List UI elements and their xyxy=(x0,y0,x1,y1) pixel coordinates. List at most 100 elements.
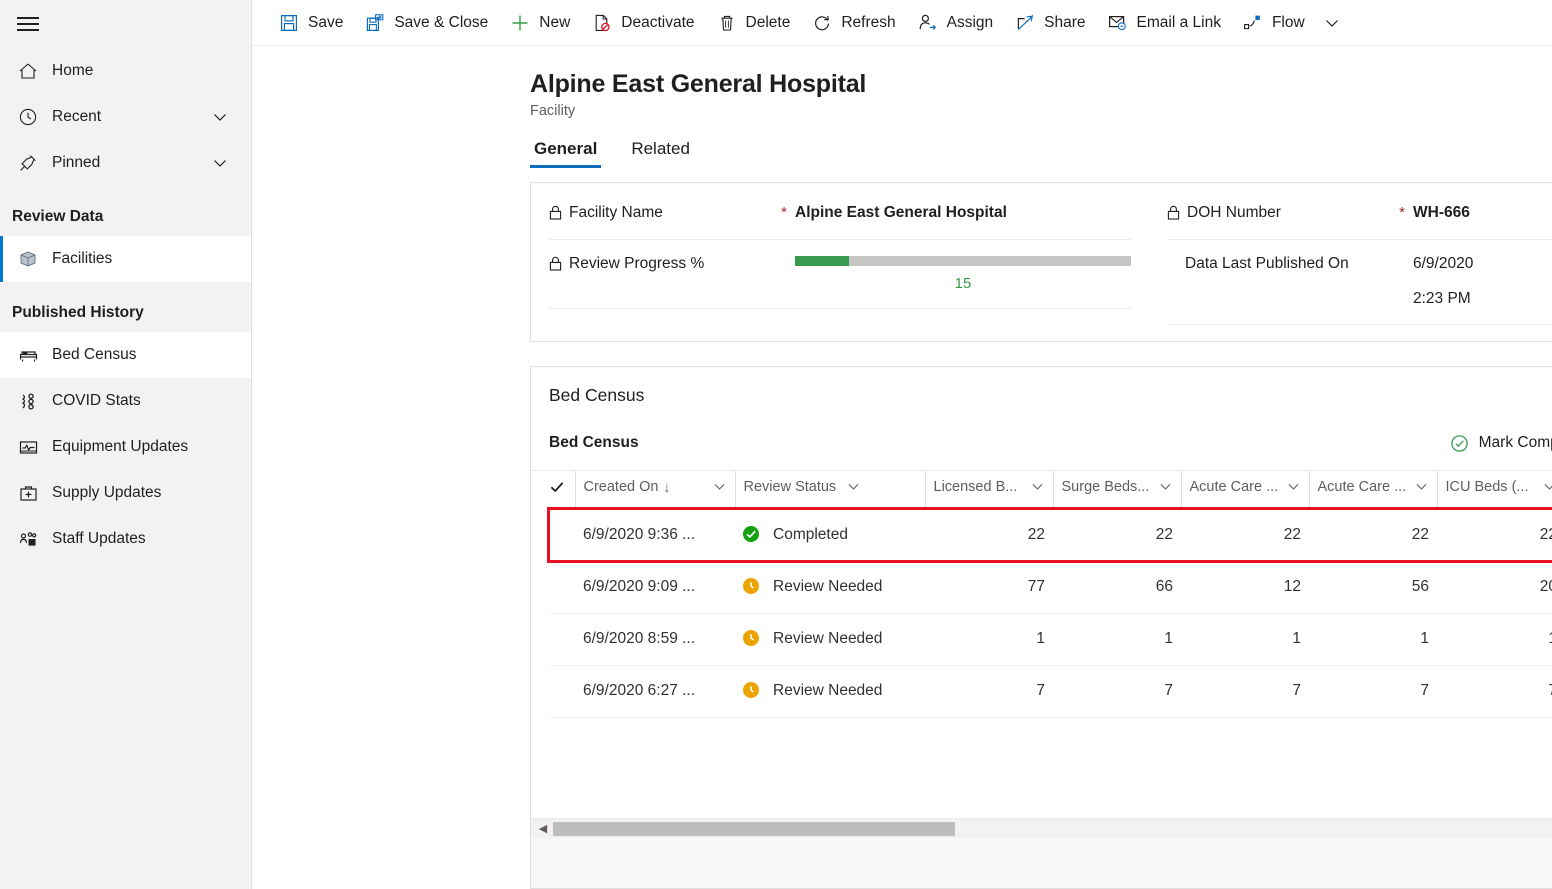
cell-surge-beds: 66 xyxy=(1053,561,1181,613)
sidebar-item-recent[interactable]: Recent xyxy=(0,94,251,140)
column-header-acute-care-2[interactable]: Acute Care ... xyxy=(1309,471,1437,509)
command-label: Delete xyxy=(746,14,791,32)
sidebar-item-bed-census[interactable]: Bed Census xyxy=(0,332,251,378)
sidebar-item-label: Facilities xyxy=(48,250,251,268)
doh-number-value[interactable]: WH-666 xyxy=(1413,203,1552,222)
row-checkbox[interactable] xyxy=(549,561,575,613)
cell-acute-care-2: 56 xyxy=(1309,561,1437,613)
chevron-down-icon[interactable] xyxy=(1286,479,1301,494)
horizontal-scrollbar[interactable]: ◀ ▶ xyxy=(531,818,1552,838)
column-header-surge-beds[interactable]: Surge Beds... xyxy=(1053,471,1181,509)
column-label: Surge Beds... xyxy=(1062,479,1150,495)
command-label: Save xyxy=(308,14,343,32)
flow-button[interactable]: Flow xyxy=(1232,3,1316,43)
save-and-close-button[interactable]: Save & Close xyxy=(354,3,499,43)
column-header-acute-care-1[interactable]: Acute Care ... xyxy=(1181,471,1309,509)
refresh-button[interactable]: Refresh xyxy=(801,3,906,43)
select-all-checkbox[interactable] xyxy=(549,471,575,509)
page-title: Alpine East General Hospital xyxy=(530,70,1552,99)
cell-icu-beds-1: 20 xyxy=(1437,561,1552,613)
row-checkbox[interactable] xyxy=(549,509,575,561)
chevron-down-icon[interactable] xyxy=(1030,479,1045,494)
tab-related[interactable]: Related xyxy=(627,139,694,168)
grid-action-bar: Mark Complete Refresh ⋮ xyxy=(1436,426,1552,460)
required-marker-empty xyxy=(773,254,795,255)
check-circle-icon xyxy=(1450,434,1469,453)
field-label-text: Data Last Published On xyxy=(1167,254,1349,274)
status-text: Review Needed xyxy=(773,578,882,595)
save-button[interactable]: Save xyxy=(268,3,354,43)
share-button[interactable]: Share xyxy=(1004,3,1096,43)
pin-icon xyxy=(18,153,48,173)
sidebar-item-equipment-updates[interactable]: Equipment Updates xyxy=(0,424,251,470)
bed-census-grid-card: Bed Census Bed Census Mark Complete xyxy=(530,366,1552,889)
cell-acute-care-1: 1 xyxy=(1181,613,1309,665)
virus-icon xyxy=(18,391,48,412)
email-link-icon xyxy=(1108,13,1128,32)
required-marker: * xyxy=(1391,203,1413,221)
home-icon xyxy=(18,61,48,81)
row-checkbox[interactable] xyxy=(549,665,575,717)
column-header-review-status[interactable]: Review Status xyxy=(735,471,925,509)
chevron-down-icon[interactable] xyxy=(712,479,727,494)
email-a-link-button[interactable]: Email a Link xyxy=(1097,3,1232,43)
cell-icu-beds-1: 7 xyxy=(1437,665,1552,717)
chevron-down-icon[interactable] xyxy=(1542,479,1552,494)
app-root: Home Recent Pinned Review Data xyxy=(0,0,1552,889)
chevron-down-icon[interactable] xyxy=(1316,3,1348,43)
form-column-left: Facility Name * Alpine East General Hosp… xyxy=(531,189,1149,325)
sidebar-item-covid-stats[interactable]: COVID Stats xyxy=(0,378,251,424)
mark-complete-button[interactable]: Mark Complete xyxy=(1436,426,1552,460)
published-time-value[interactable]: 2:23 PM xyxy=(1413,290,1552,308)
scroll-left-arrow-icon[interactable]: ◀ xyxy=(537,822,549,835)
chevron-down-icon[interactable] xyxy=(211,108,229,126)
deactivate-button[interactable]: Deactivate xyxy=(581,3,705,43)
table-row[interactable]: 6/9/2020 9:36 ...Completed222222222222Ye… xyxy=(549,509,1552,561)
chevron-down-icon[interactable] xyxy=(1158,479,1173,494)
delete-button[interactable]: Delete xyxy=(706,3,802,43)
flow-icon xyxy=(1243,13,1263,32)
grid-subheader: Bed Census Mark Complete Refresh xyxy=(531,406,1552,471)
cell-created-on: 6/9/2020 6:27 ... xyxy=(575,665,735,717)
cell-licensed-beds: 1 xyxy=(925,613,1053,665)
tab-general[interactable]: General xyxy=(530,139,601,168)
cell-acute-care-2: 22 xyxy=(1309,509,1437,561)
assign-button[interactable]: Assign xyxy=(907,3,1005,43)
chevron-down-icon[interactable] xyxy=(846,479,861,494)
row-checkbox[interactable] xyxy=(549,613,575,665)
table-row[interactable]: 6/9/2020 6:27 ...Review Needed777777Yes xyxy=(549,665,1552,717)
sidebar: Home Recent Pinned Review Data xyxy=(0,0,252,889)
clock-icon xyxy=(18,107,48,127)
scrollbar-thumb[interactable] xyxy=(553,822,955,836)
chevron-down-icon[interactable] xyxy=(211,154,229,172)
new-button[interactable]: New xyxy=(499,3,581,43)
sidebar-item-facilities[interactable]: Facilities xyxy=(0,236,251,282)
sidebar-item-supply-updates[interactable]: Supply Updates xyxy=(0,470,251,516)
cell-review-status: Review Needed xyxy=(735,561,925,613)
plus-icon xyxy=(510,13,530,33)
column-header-created-on[interactable]: Created On ↓ xyxy=(575,471,735,509)
pagination-bar: Page 1 xyxy=(531,838,1552,888)
sidebar-item-staff-updates[interactable]: Staff Updates xyxy=(0,516,251,562)
facility-name-value[interactable]: Alpine East General Hospital xyxy=(795,203,1131,222)
page-first-icon[interactable] xyxy=(1545,846,1552,880)
chevron-down-icon[interactable] xyxy=(1414,479,1429,494)
sidebar-item-pinned[interactable]: Pinned xyxy=(0,140,251,186)
required-marker: * xyxy=(773,203,795,221)
progress-bar-fill xyxy=(795,256,849,266)
status-icon xyxy=(743,682,759,698)
date-line: 6/9/2020 xyxy=(1413,254,1552,273)
sidebar-item-home[interactable]: Home xyxy=(0,48,251,94)
published-date-value[interactable]: 6/9/2020 xyxy=(1413,255,1552,273)
facility-form-card: Facility Name * Alpine East General Hosp… xyxy=(530,182,1552,342)
hamburger-menu-icon[interactable] xyxy=(4,0,52,48)
column-header-icu-beds-1[interactable]: ICU Beds (... xyxy=(1437,471,1552,509)
sidebar-item-label: Staff Updates xyxy=(48,530,251,548)
table-row[interactable]: 6/9/2020 9:09 ...Review Needed7766125620… xyxy=(549,561,1552,613)
table-row[interactable]: 6/9/2020 8:59 ...Review Needed111111No xyxy=(549,613,1552,665)
column-header-licensed-beds[interactable]: Licensed B... xyxy=(925,471,1053,509)
command-label: Flow xyxy=(1272,14,1305,32)
scrollbar-track[interactable] xyxy=(553,822,1552,836)
required-marker-empty xyxy=(1391,254,1413,255)
field-label: Review Progress % xyxy=(549,254,773,274)
